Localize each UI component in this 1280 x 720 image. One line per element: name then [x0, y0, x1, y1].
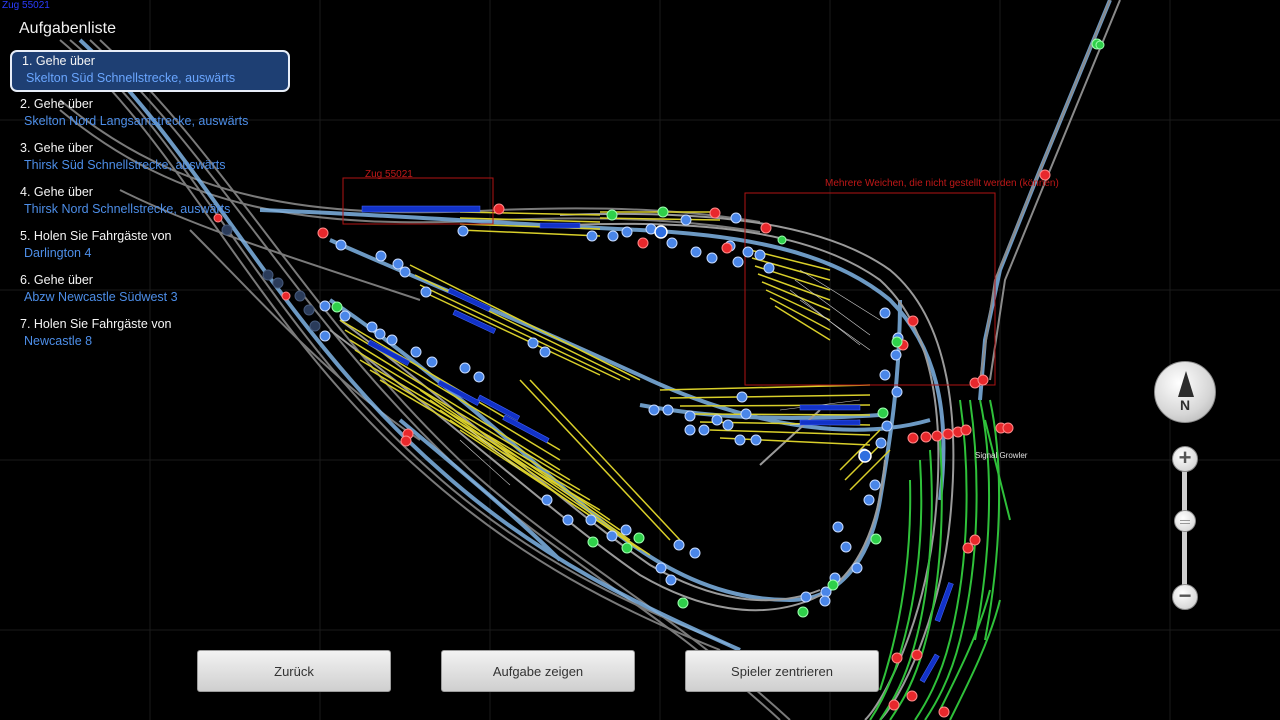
task-item[interactable]: 1. Gehe über Skelton Süd Schnellstrecke, …: [10, 50, 290, 92]
task-item-step: 2. Gehe über: [20, 97, 93, 111]
compass-north-label: N: [1179, 397, 1191, 413]
train-label: Zug 55021: [365, 169, 413, 180]
back-button[interactable]: Zurück: [197, 650, 391, 692]
zoom-slider-handle[interactable]: [1174, 510, 1196, 532]
task-item[interactable]: 2. Gehe über Skelton Nord Langsamstrecke,…: [10, 94, 290, 134]
center-player-button[interactable]: Spieler zentrieren: [685, 650, 879, 692]
compass-button[interactable]: N: [1154, 361, 1216, 423]
task-item-location[interactable]: Thirsk Nord Schnellstrecke, auswärts: [24, 200, 290, 218]
task-item-step: 7. Holen Sie Fahrgäste von: [20, 317, 172, 331]
task-item[interactable]: 3. Gehe über Thirsk Süd Schnellstrecke, a…: [10, 138, 290, 178]
task-item-step: 4. Gehe über: [20, 185, 93, 199]
task-item[interactable]: 5. Holen Sie Fahrgäste von Darlington 4: [10, 226, 290, 266]
task-item-location[interactable]: Skelton Nord Langsamstrecke, auswärts: [24, 112, 290, 130]
compass-needle-icon: [1178, 371, 1194, 397]
zoom-in-button[interactable]: +: [1172, 446, 1198, 472]
task-item-step: 1. Gehe über: [22, 54, 95, 68]
train-id-label: Zug 55021: [2, 0, 50, 11]
task-item-location[interactable]: Skelton Süd Schnellstrecke, auswärts: [26, 69, 288, 87]
task-item-step: 3. Gehe über: [20, 141, 93, 155]
signal-box-label: Signal Growler: [975, 451, 1028, 460]
task-item-location[interactable]: Abzw Newcastle Südwest 3: [24, 288, 290, 306]
task-item-location[interactable]: Darlington 4: [24, 244, 290, 262]
task-item-step: 5. Holen Sie Fahrgäste von: [20, 229, 172, 243]
task-list-title: Aufgabenliste: [19, 20, 116, 37]
task-item-location[interactable]: Newcastle 8: [24, 332, 290, 350]
task-item-step: 6. Gehe über: [20, 273, 93, 287]
task-item[interactable]: 4. Gehe über Thirsk Nord Schnellstrecke, …: [10, 182, 290, 222]
task-list-panel: Aufgabenliste 1. Gehe über Skelton Süd Sc…: [10, 18, 290, 358]
task-item[interactable]: 6. Gehe über Abzw Newcastle Südwest 3: [10, 270, 290, 310]
zoom-out-button[interactable]: −: [1172, 584, 1198, 610]
show-task-button[interactable]: Aufgabe zeigen: [441, 650, 635, 692]
switch-warning-label: Mehrere Weichen, die nicht gestellt werd…: [825, 178, 1059, 189]
task-list: 1. Gehe über Skelton Süd Schnellstrecke, …: [10, 50, 290, 354]
task-item[interactable]: 7. Holen Sie Fahrgäste von Newcastle 8: [10, 314, 290, 354]
green-sidings: [869, 399, 1011, 720]
approach-line: [979, 0, 1121, 381]
task-item-location[interactable]: Thirsk Süd Schnellstrecke, auswärts: [24, 156, 290, 174]
